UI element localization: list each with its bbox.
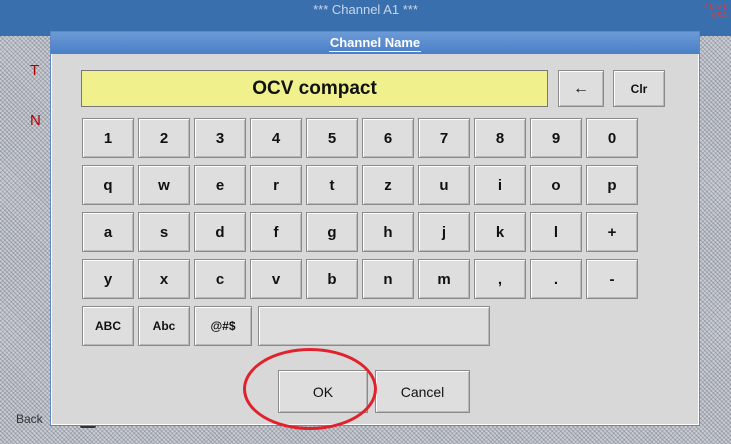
- key-row1-6[interactable]: 7: [418, 118, 470, 158]
- key-row3-8[interactable]: l: [530, 212, 582, 252]
- key-row1-5[interactable]: 6: [362, 118, 414, 158]
- key-uppercase[interactable]: ABC: [82, 306, 134, 346]
- background-back-button: Back: [16, 412, 43, 426]
- text-input-display[interactable]: OCV compact: [81, 70, 548, 107]
- key-row4-2[interactable]: c: [194, 259, 246, 299]
- key-row1-4[interactable]: 5: [306, 118, 358, 158]
- key-row1-9[interactable]: 0: [586, 118, 638, 158]
- background-title: *** Channel A1 ***: [313, 2, 418, 17]
- key-row3-7[interactable]: k: [474, 212, 526, 252]
- key-capitalize[interactable]: Abc: [138, 306, 190, 346]
- dialog-title: Channel Name: [328, 35, 422, 52]
- ok-button[interactable]: OK: [278, 370, 368, 413]
- background-label-n: N: [30, 112, 41, 129]
- key-row3-6[interactable]: j: [418, 212, 470, 252]
- key-row4-1[interactable]: x: [138, 259, 190, 299]
- key-row4-5[interactable]: n: [362, 259, 414, 299]
- key-row1-2[interactable]: 3: [194, 118, 246, 158]
- key-row1-8[interactable]: 9: [530, 118, 582, 158]
- key-row2-9[interactable]: p: [586, 165, 638, 205]
- key-symbols[interactable]: @#$: [194, 306, 252, 346]
- key-row2-3[interactable]: r: [250, 165, 302, 205]
- key-row3-4[interactable]: g: [306, 212, 358, 252]
- key-row4-8[interactable]: .: [530, 259, 582, 299]
- key-row2-0[interactable]: q: [82, 165, 134, 205]
- key-row2-2[interactable]: e: [194, 165, 246, 205]
- key-row3-0[interactable]: a: [82, 212, 134, 252]
- key-row1-0[interactable]: 1: [82, 118, 134, 158]
- key-row2-4[interactable]: t: [306, 165, 358, 205]
- key-row3-1[interactable]: s: [138, 212, 190, 252]
- key-row4-3[interactable]: v: [250, 259, 302, 299]
- key-row2-7[interactable]: i: [474, 165, 526, 205]
- space-key[interactable]: [258, 306, 490, 346]
- key-row4-4[interactable]: b: [306, 259, 358, 299]
- key-row2-8[interactable]: o: [530, 165, 582, 205]
- key-row1-1[interactable]: 2: [138, 118, 190, 158]
- key-row4-9[interactable]: -: [586, 259, 638, 299]
- key-row3-5[interactable]: h: [362, 212, 414, 252]
- key-row2-1[interactable]: w: [138, 165, 190, 205]
- backspace-button[interactable]: ←: [558, 70, 604, 107]
- key-row4-6[interactable]: m: [418, 259, 470, 299]
- key-row3-3[interactable]: f: [250, 212, 302, 252]
- key-row4-0[interactable]: y: [82, 259, 134, 299]
- clear-button[interactable]: Clr: [613, 70, 665, 107]
- key-row2-6[interactable]: u: [418, 165, 470, 205]
- background-label-t: T: [30, 62, 40, 79]
- dialog-header: Channel Name: [51, 32, 699, 54]
- key-row1-3[interactable]: 4: [250, 118, 302, 158]
- key-row1-7[interactable]: 8: [474, 118, 526, 158]
- background-status: < 0.0 s VSA: [702, 2, 727, 20]
- key-row2-5[interactable]: z: [362, 165, 414, 205]
- cancel-button[interactable]: Cancel: [375, 370, 470, 413]
- key-row4-7[interactable]: ,: [474, 259, 526, 299]
- key-row3-9[interactable]: +: [586, 212, 638, 252]
- key-row3-2[interactable]: d: [194, 212, 246, 252]
